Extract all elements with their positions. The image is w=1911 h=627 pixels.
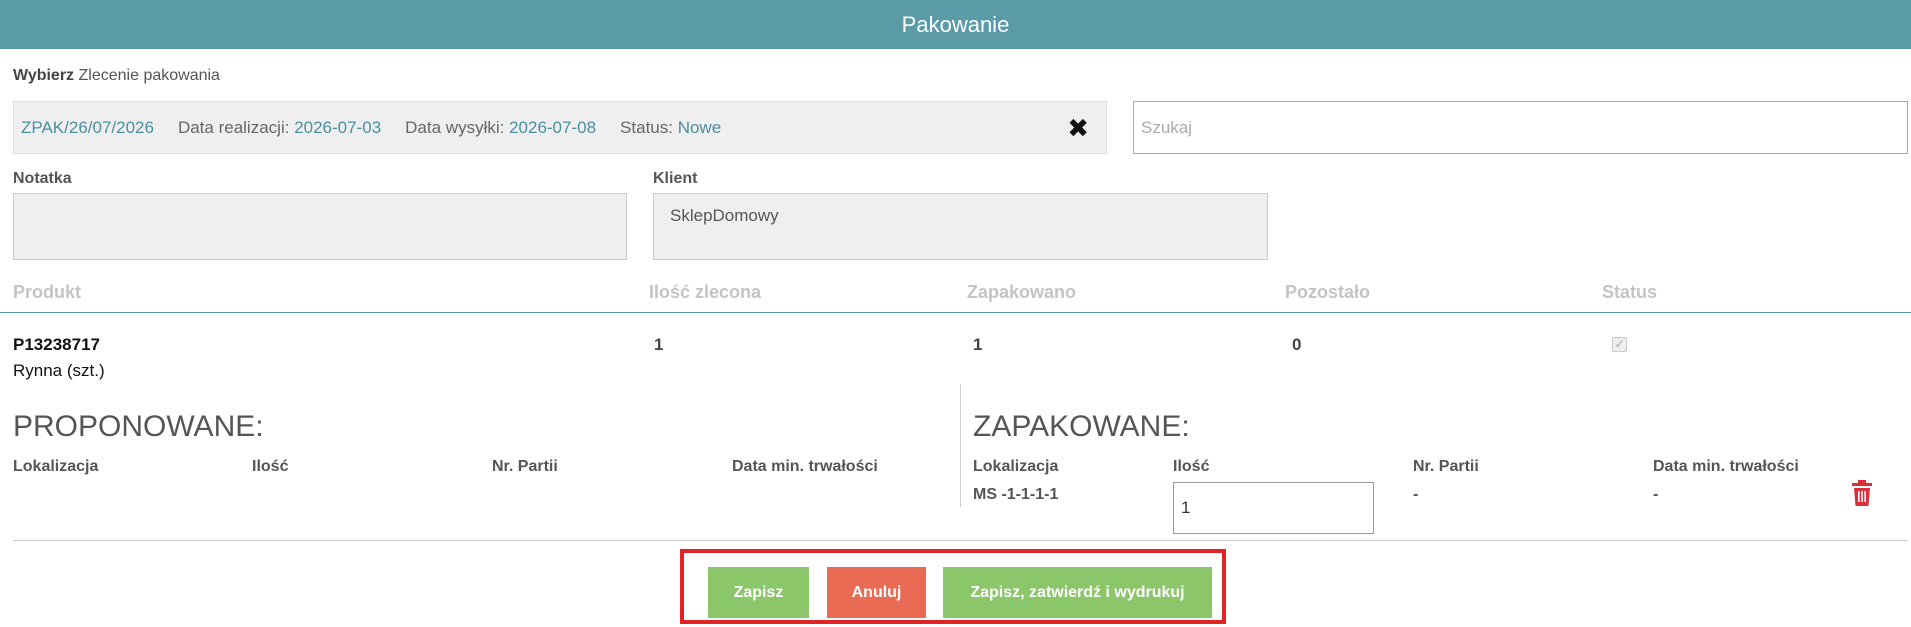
column-header-remaining: Pozostało: [1285, 282, 1371, 302]
close-icon[interactable]: ✖: [1067, 113, 1089, 143]
order-number: ZPAK/26/07/2026: [21, 117, 154, 137]
remaining-quantity: 0: [1292, 335, 1302, 354]
packing-section-bottom-divider: [13, 540, 1908, 541]
packed-location: MS -1-1-1-1: [973, 486, 1059, 503]
note-label: Notatka: [13, 170, 72, 187]
packed-header-location: Lokalizacja: [973, 458, 1059, 475]
table-header-divider: [0, 312, 1911, 313]
client-field: SklepDomowy: [653, 193, 1268, 260]
status-value: Nowe: [677, 117, 722, 137]
column-header-status: Status: [1602, 282, 1658, 302]
page-header: Pakowanie: [0, 0, 1911, 49]
realization-date-value: 2026-07-03: [294, 117, 382, 137]
realization-date-label: Data realizacji:: [177, 117, 290, 137]
proposed-header-location: Lokalizacja: [13, 458, 99, 475]
section-divider: [960, 384, 961, 507]
packed-batch: -: [1413, 486, 1419, 503]
packed-header-expiry: Data min. trwałości: [1653, 458, 1799, 475]
selected-order-box[interactable]: ZPAK/26/07/2026 Data realizacji: 2026-07…: [13, 101, 1107, 154]
ordered-quantity: 1: [654, 335, 664, 354]
column-header-ordered: Ilość zlecona: [649, 282, 762, 302]
packed-header-quantity: Ilość: [1173, 458, 1210, 475]
save-confirm-print-button[interactable]: Zapisz, zatwierdź i wydrukuj: [943, 567, 1212, 618]
proposed-header-batch: Nr. Partii: [492, 458, 558, 475]
shipping-date-value: 2026-07-08: [509, 117, 597, 137]
packed-quantity: 1: [973, 335, 983, 354]
packed-expiry: -: [1653, 486, 1659, 503]
packed-quantity-input[interactable]: [1173, 482, 1374, 534]
status-checkbox: ✓: [1612, 337, 1627, 352]
search-input[interactable]: [1133, 101, 1908, 154]
cancel-button[interactable]: Anuluj: [827, 567, 926, 618]
product-code: P13238717: [13, 335, 100, 354]
packed-title: ZAPAKOWANE:: [973, 410, 1190, 443]
select-order-label: Wybierz Zlecenie pakowania: [13, 67, 220, 84]
note-field[interactable]: [13, 193, 627, 260]
trash-icon[interactable]: [1851, 480, 1873, 506]
proposed-header-expiry: Data min. trwałości: [732, 458, 878, 475]
status-label: Status:: [620, 117, 673, 137]
packed-header-batch: Nr. Partii: [1413, 458, 1479, 475]
proposed-header-quantity: Ilość: [252, 458, 289, 475]
client-label: Klient: [653, 170, 698, 187]
shipping-date-label: Data wysyłki:: [405, 117, 505, 137]
column-header-packed: Zapakowano: [967, 282, 1077, 302]
save-button[interactable]: Zapisz: [708, 567, 809, 618]
proposed-title: PROPONOWANE:: [13, 410, 264, 443]
page-title: Pakowanie: [901, 11, 1010, 37]
product-name: Rynna (szt.): [13, 361, 105, 380]
column-header-product: Produkt: [13, 282, 82, 302]
